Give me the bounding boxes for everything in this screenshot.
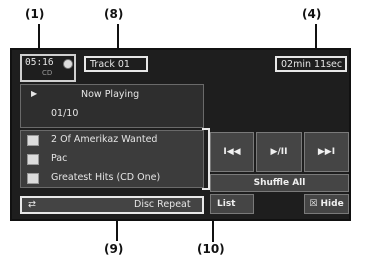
now-playing-panel: ▶ Now Playing 01/10 — [20, 84, 204, 128]
cd-label: CD — [42, 69, 53, 77]
repeat-icon: ⇄ — [28, 199, 36, 210]
info-panel: 2 Of Amerikaz Wanted Pac Greatest Hits (… — [20, 130, 204, 188]
clock-area: 05:16 CD — [20, 54, 76, 82]
repeat-bar[interactable]: ⇄ Disc Repeat — [20, 196, 204, 214]
hide-button[interactable]: ☒ Hide — [304, 194, 349, 214]
device-screen: 05:16 CD Track 01 02min 11sec ▶ Now Play… — [10, 48, 351, 221]
album-name: Greatest Hits (CD One) — [51, 172, 161, 183]
callout-9: (9) — [104, 242, 124, 256]
track-text: Track 01 — [90, 59, 130, 70]
callout-8: (8) — [104, 7, 124, 21]
callout-10: (10) — [197, 242, 225, 256]
list-button[interactable]: List — [210, 194, 254, 214]
time-text: 02min 11sec — [281, 59, 343, 70]
callout-4: (4) — [302, 7, 322, 21]
artist-icon — [27, 154, 39, 165]
time-box: 02min 11sec — [275, 56, 347, 72]
track-box: Track 01 — [84, 56, 148, 72]
clock-text: 05:16 — [25, 57, 54, 68]
info-outline — [202, 128, 210, 190]
song-title: 2 Of Amerikaz Wanted — [51, 134, 158, 145]
callout-1: (1) — [25, 7, 45, 21]
repeat-mode: Disc Repeat — [134, 199, 191, 210]
album-icon — [27, 173, 39, 184]
shuffle-all-button[interactable]: Shuffle All — [210, 174, 349, 192]
song-icon — [27, 135, 39, 146]
artist-name: Pac — [51, 153, 68, 164]
previous-button[interactable]: I◀◀ — [210, 132, 254, 172]
play-pause-button[interactable]: ▶/II — [256, 132, 302, 172]
disc-icon — [63, 59, 73, 69]
now-playing-label: Now Playing — [81, 89, 140, 100]
play-icon: ▶ — [31, 89, 38, 98]
next-button[interactable]: ▶▶I — [304, 132, 349, 172]
track-count: 01/10 — [51, 108, 79, 119]
